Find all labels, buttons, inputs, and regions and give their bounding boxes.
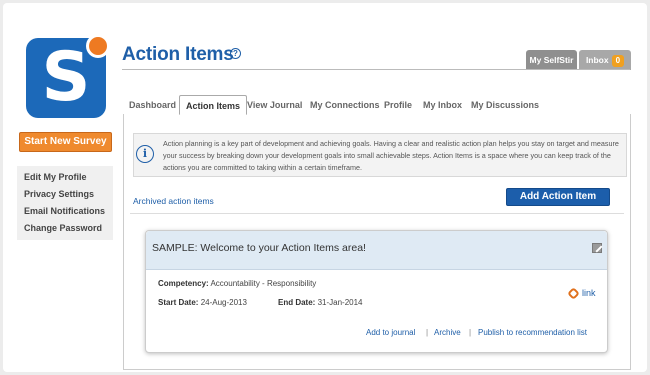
start-date-value: 24-Aug-2013	[200, 298, 247, 307]
inbox-count-badge: 0	[611, 55, 625, 67]
end-date-value: 31-Jan-2014	[317, 298, 363, 307]
add-to-journal-link[interactable]: Add to journal	[366, 328, 415, 337]
competency-value: Accountability - Responsibility	[210, 279, 317, 288]
inbox-button[interactable]: Inbox 0	[579, 50, 631, 70]
page-title: Action Items	[122, 44, 234, 65]
inbox-label: Inbox	[585, 55, 609, 65]
my-selfstir-button[interactable]: My SelfStir	[526, 50, 577, 70]
competency-row: Competency: Accountability - Responsibil…	[158, 279, 316, 288]
archive-link[interactable]: Archive	[434, 328, 461, 337]
separator: |	[426, 328, 429, 337]
publish-to-recommendation-list-link[interactable]: Publish to recommendation list	[478, 328, 587, 337]
sidebar-item-email-notifications[interactable]: Email Notifications	[17, 203, 113, 220]
sidebar-menu: Edit My Profile Privacy Settings Email N…	[17, 166, 113, 240]
tab-profile[interactable]: Profile	[384, 95, 412, 115]
start-date-label: Start Date:	[158, 298, 199, 307]
tab-view-journal[interactable]: View Journal	[247, 95, 302, 115]
title-divider	[122, 69, 630, 70]
end-date-row: End Date: 31-Jan-2014	[278, 298, 363, 307]
tab-action-items[interactable]: Action Items	[179, 95, 248, 115]
end-date-label: End Date:	[278, 298, 316, 307]
tab-my-discussions[interactable]: My Discussions	[471, 95, 539, 115]
tab-my-connections[interactable]: My Connections	[310, 95, 380, 115]
info-icon: i	[136, 145, 154, 163]
edit-icon[interactable]	[592, 243, 602, 253]
competency-label: Competency:	[158, 279, 209, 288]
start-new-survey-button[interactable]: Start New Survey	[19, 132, 112, 152]
logo-dot	[86, 34, 110, 58]
info-text: Action planning is a key part of develop…	[163, 139, 619, 172]
archived-action-items-link[interactable]: Archived action items	[133, 196, 214, 206]
action-item-title: SAMPLE: Welcome to your Action Items are…	[152, 242, 366, 254]
tab-my-inbox[interactable]: My Inbox	[423, 95, 462, 115]
help-icon[interactable]: ?	[230, 48, 241, 59]
add-action-item-button[interactable]: Add Action Item	[506, 188, 610, 206]
tab-dashboard[interactable]: Dashboard	[129, 95, 176, 115]
sidebar-item-edit-profile[interactable]: Edit My Profile	[17, 169, 113, 186]
sidebar-item-privacy-settings[interactable]: Privacy Settings	[17, 186, 113, 203]
separator: |	[469, 328, 472, 337]
start-date-row: Start Date: 24-Aug-2013	[158, 298, 247, 307]
section-divider	[130, 213, 624, 214]
selfstir-logo[interactable]: S	[26, 34, 110, 118]
sidebar-item-change-password[interactable]: Change Password	[17, 220, 113, 237]
link-button[interactable]: link	[582, 288, 596, 298]
